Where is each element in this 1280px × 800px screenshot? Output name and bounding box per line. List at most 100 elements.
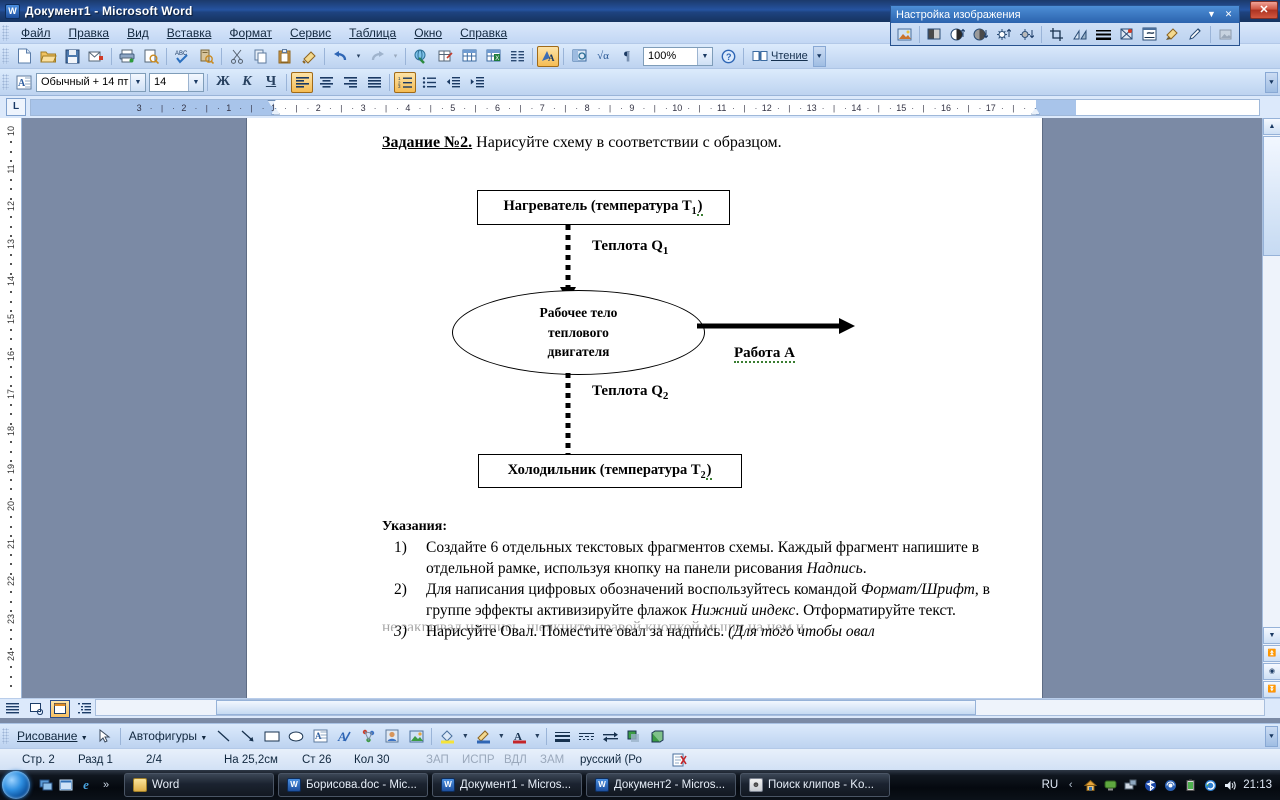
menu-format[interactable]: Формат xyxy=(220,23,281,43)
bold-button[interactable]: Ж xyxy=(212,72,234,93)
print-preview-icon[interactable] xyxy=(140,46,162,67)
status-overtype[interactable]: ЗАМ xyxy=(534,754,574,766)
insert-picture-icon[interactable] xyxy=(405,726,427,747)
network-icon[interactable] xyxy=(1123,778,1138,793)
redo-dropdown-icon[interactable]: ▾ xyxy=(390,46,401,67)
normal-view-icon[interactable] xyxy=(2,700,22,718)
align-center-icon[interactable] xyxy=(315,72,337,93)
shadow-style-icon[interactable] xyxy=(623,726,645,747)
align-left-icon[interactable] xyxy=(291,71,313,93)
network-home-icon[interactable] xyxy=(1083,778,1098,793)
arrow-icon[interactable] xyxy=(237,726,259,747)
drawing-toolbar-overflow-icon[interactable]: ⯆ xyxy=(1265,725,1278,747)
tables-borders-icon[interactable] xyxy=(434,46,456,67)
increase-indent-icon[interactable] xyxy=(466,72,488,93)
menu-table[interactable]: Таблица xyxy=(340,23,405,43)
insert-excel-sheet-icon[interactable]: X xyxy=(482,46,504,67)
fill-color-icon[interactable] xyxy=(436,726,458,747)
taskbar-task[interactable]: W Борисова.doc - Mic... xyxy=(278,773,428,797)
more-contrast-icon[interactable] xyxy=(947,24,968,45)
print-layout-view-icon[interactable] xyxy=(50,699,70,718)
format-picture-icon[interactable] xyxy=(1162,24,1183,45)
reset-picture-icon[interactable] xyxy=(1215,24,1236,45)
taskbar-task[interactable]: W Документ1 - Micros... xyxy=(432,773,582,797)
style-combo[interactable]: Обычный + 14 пт ▼ xyxy=(36,72,146,92)
paste-icon[interactable] xyxy=(274,46,296,67)
wordart-icon[interactable]: A xyxy=(333,726,355,747)
show-formatting-icon[interactable]: ¶ xyxy=(616,46,638,67)
bulleted-list-icon[interactable] xyxy=(418,72,440,93)
reading-layout-button[interactable]: Чтение xyxy=(747,46,813,66)
sync-icon[interactable] xyxy=(1203,778,1218,793)
font-color-icon[interactable]: A xyxy=(508,726,530,747)
line-icon[interactable] xyxy=(213,726,235,747)
line-color-icon[interactable] xyxy=(472,726,494,747)
tab-left-icon[interactable]: L xyxy=(6,98,26,116)
wireless-icon[interactable] xyxy=(1163,778,1178,793)
help-icon[interactable]: ? xyxy=(717,46,739,67)
menu-file[interactable]: Файл xyxy=(12,23,60,43)
menu-edit[interactable]: Правка xyxy=(60,23,119,43)
picture-toolbar-window[interactable]: Настройка изображения ▼ ✕ xyxy=(890,5,1240,46)
align-right-icon[interactable] xyxy=(339,72,361,93)
diagram-cooler-box[interactable]: Холодильник (температура T2) xyxy=(478,454,742,488)
print-icon[interactable] xyxy=(116,46,138,67)
diagram-working-body-ellipse[interactable]: Рабочее тело теплового двигателя xyxy=(452,290,705,375)
copy-icon[interactable] xyxy=(250,46,272,67)
text-wrapping-icon[interactable] xyxy=(1139,24,1160,45)
dash-style-icon[interactable] xyxy=(575,726,597,747)
font-color-dropdown-icon[interactable]: ▼ xyxy=(532,726,542,747)
close-button[interactable]: ✕ xyxy=(1250,1,1278,19)
monitor-icon[interactable] xyxy=(1103,778,1118,793)
menu-view[interactable]: Вид xyxy=(118,23,158,43)
style-dropdown-arrow[interactable]: ▼ xyxy=(130,73,145,91)
less-contrast-icon[interactable] xyxy=(970,24,991,45)
formatting-toolbar-grip[interactable] xyxy=(2,74,9,90)
line-style-icon[interactable] xyxy=(551,726,573,747)
web-layout-view-icon[interactable] xyxy=(26,700,46,718)
scroll-up-button[interactable]: ▲ xyxy=(1263,118,1280,135)
picture-toolbar-options-icon[interactable]: ▼ xyxy=(1205,8,1218,21)
taskbar-clock[interactable]: 21:13 xyxy=(1243,779,1272,791)
vertical-ruler[interactable]: 10 11 12 13 14 15 16 17 18 19 20 21 22 23 24 xyxy=(0,118,22,698)
standard-toolbar-grip[interactable] xyxy=(2,48,9,64)
new-document-icon[interactable] xyxy=(13,46,35,67)
italic-button[interactable]: К xyxy=(236,72,258,93)
select-browse-object-button[interactable]: ◉ xyxy=(1263,663,1280,680)
font-size-combo[interactable]: 14 ▼ xyxy=(149,72,204,92)
hyperlink-icon[interactable] xyxy=(410,46,432,67)
styles-pane-icon[interactable]: A xyxy=(13,72,35,93)
undo-dropdown-icon[interactable]: ▾ xyxy=(353,46,364,67)
save-icon[interactable] xyxy=(61,46,83,67)
oval-icon[interactable] xyxy=(285,726,307,747)
taskbar-task[interactable]: W Документ2 - Micros... xyxy=(586,773,736,797)
scroll-down-button[interactable]: ▼ xyxy=(1263,627,1280,644)
rectangle-icon[interactable] xyxy=(261,726,283,747)
status-extend-selection[interactable]: ВДЛ xyxy=(498,754,534,766)
battery-icon[interactable] xyxy=(1183,778,1198,793)
status-record-mode[interactable]: ЗАП xyxy=(420,754,456,766)
zoom-combo[interactable]: 100% ▼ xyxy=(643,46,713,66)
switch-window-icon[interactable] xyxy=(58,777,74,793)
taskbar-task[interactable]: ☻ Поиск клипов - Ko... xyxy=(740,773,890,797)
arrow-style-icon[interactable] xyxy=(599,726,621,747)
next-page-button[interactable]: ⏬ xyxy=(1263,681,1280,698)
picture-toolbar-close-icon[interactable]: ✕ xyxy=(1222,8,1235,21)
tray-language[interactable]: RU xyxy=(1042,779,1059,791)
autoshapes-menu-button[interactable]: Автофигуры ▼ xyxy=(124,729,213,743)
document-map-icon[interactable] xyxy=(568,46,590,67)
fill-color-dropdown-icon[interactable]: ▼ xyxy=(460,726,470,747)
color-mode-icon[interactable] xyxy=(924,24,945,45)
show-hidden-icons-icon[interactable]: ‹ xyxy=(1063,778,1078,793)
previous-page-button[interactable]: ⏫ xyxy=(1263,645,1280,662)
menu-insert[interactable]: Вставка xyxy=(158,23,221,43)
document-page[interactable]: Задание №2. Нарисуйте схему в соответств… xyxy=(247,118,1042,698)
picture-toolbar-caption[interactable]: Настройка изображения ▼ ✕ xyxy=(891,6,1239,23)
formula-icon[interactable]: √α xyxy=(592,46,614,67)
line-style-icon[interactable] xyxy=(1093,24,1114,45)
3d-style-icon[interactable] xyxy=(647,726,669,747)
rotate-left-icon[interactable] xyxy=(1069,24,1090,45)
spellcheck-status-icon[interactable] xyxy=(666,753,694,767)
insert-picture-icon[interactable] xyxy=(894,24,915,45)
document-canvas[interactable]: Задание №2. Нарисуйте схему в соответств… xyxy=(22,118,1262,698)
